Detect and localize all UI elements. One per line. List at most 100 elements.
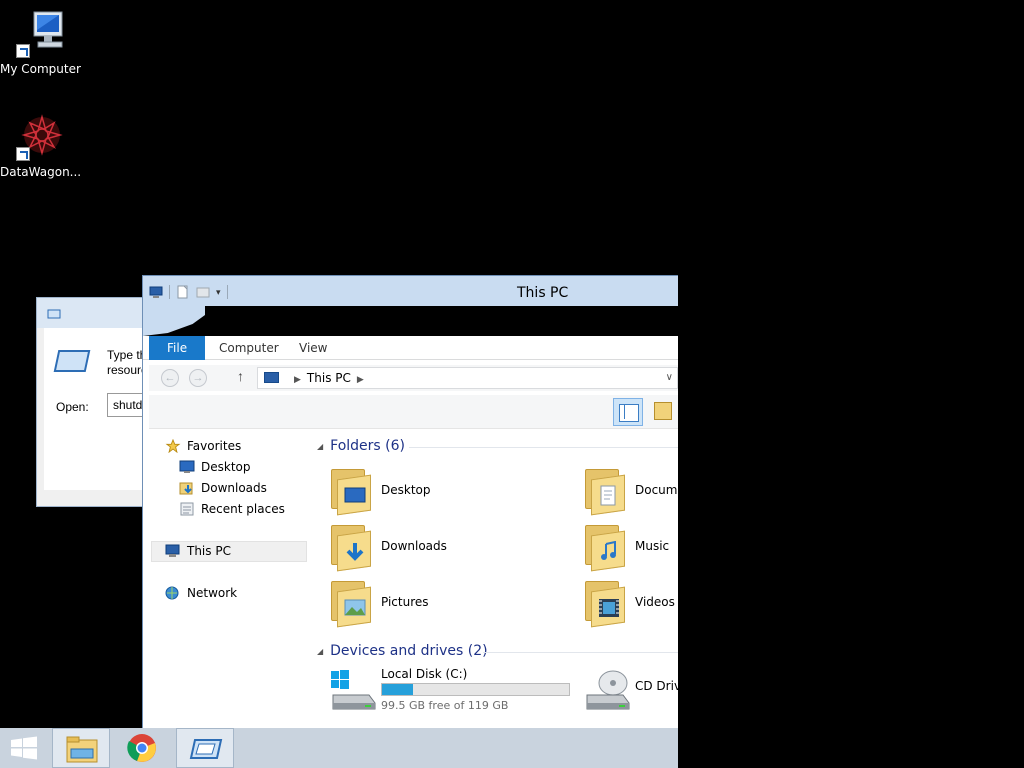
nav-favorites[interactable]: Favorites xyxy=(165,439,241,453)
taskbar-run[interactable] xyxy=(176,728,234,768)
folders-group-header[interactable]: ◢ Folders (6) xyxy=(317,438,678,454)
nav-label: Desktop xyxy=(201,460,251,474)
qat-divider xyxy=(169,285,170,299)
nav-label: Downloads xyxy=(201,481,267,495)
desktop-icon-label: DataWagon... xyxy=(0,165,82,179)
network-icon xyxy=(165,586,179,600)
folder-tile-music[interactable]: Music xyxy=(583,521,678,575)
recent-places-icon xyxy=(180,502,194,516)
run-icon xyxy=(47,309,61,319)
new-folder-icon[interactable] xyxy=(196,285,210,299)
breadcrumb-this-pc[interactable]: This PC xyxy=(307,371,351,385)
start-icon xyxy=(11,736,37,760)
drive-cd[interactable]: CD Drive xyxy=(583,667,678,717)
window-title: This PC xyxy=(517,285,569,301)
desktop-icon-datawagon[interactable]: DataWagon... xyxy=(0,113,82,179)
desktop-folder-icon xyxy=(329,465,373,516)
start-button[interactable] xyxy=(0,728,58,768)
computer-icon xyxy=(16,10,64,58)
preview-pane-button[interactable] xyxy=(613,398,643,426)
nav-this-pc[interactable]: This PC xyxy=(165,544,231,558)
content-pane: ◢ Folders (6) Desktop Docume xyxy=(313,429,678,728)
desktop-icon-label: My Computer xyxy=(0,62,81,76)
nav-label: Favorites xyxy=(187,439,242,453)
folder-tile-downloads[interactable]: Downloads xyxy=(329,521,569,575)
collapse-triangle-icon[interactable]: ◢ xyxy=(317,442,323,451)
up-button[interactable]: ↑ xyxy=(237,368,244,384)
this-pc-small-icon[interactable] xyxy=(149,285,163,299)
downloads-folder-icon xyxy=(329,521,373,572)
folder-name: Pictures xyxy=(381,595,429,609)
downloads-icon xyxy=(179,482,193,495)
folder-name: Videos xyxy=(635,595,675,609)
this-pc-icon xyxy=(165,544,180,557)
music-folder-icon xyxy=(583,521,627,572)
titlebar-render-glitch xyxy=(143,306,678,336)
folder-tile-videos[interactable]: Videos xyxy=(583,577,678,631)
hard-drive-windows-icon xyxy=(331,670,376,710)
collapse-triangle-icon[interactable]: ◢ xyxy=(317,647,323,656)
customize-qat-chevron-icon[interactable]: ▾ xyxy=(216,287,221,298)
back-button[interactable]: ← xyxy=(161,369,179,387)
shortcut-arrow-icon xyxy=(16,44,30,58)
taskbar-chrome[interactable] xyxy=(114,728,172,768)
desktop: My Computer DataWagon... Type th resourc… xyxy=(0,0,1024,768)
drive-usage-fill xyxy=(382,684,413,695)
group-title: Folders (6) xyxy=(330,438,405,454)
explorer-window[interactable]: ▾ This PC File Computer View ← → ↑ ▶ This… xyxy=(142,275,678,728)
item-check-boxes-icon[interactable] xyxy=(654,402,672,420)
properties-icon[interactable] xyxy=(176,285,190,299)
folder-tile-documents[interactable]: Docume xyxy=(583,465,678,519)
nav-desktop[interactable]: Desktop xyxy=(179,460,251,474)
group-divider xyxy=(483,652,678,653)
nav-label: This PC xyxy=(187,544,231,558)
address-box[interactable]: ▶ This PC ▶ ∨ xyxy=(257,367,678,389)
forward-button[interactable]: → xyxy=(189,369,207,387)
explorer-titlebar[interactable]: ▾ This PC xyxy=(143,276,678,306)
nav-recent-places[interactable]: Recent places xyxy=(179,502,285,516)
pictures-folder-icon xyxy=(329,577,373,628)
tab-computer[interactable]: Computer xyxy=(205,336,293,360)
chrome-icon xyxy=(127,734,156,762)
nav-downloads[interactable]: Downloads xyxy=(179,481,267,495)
run-icon xyxy=(189,739,223,759)
drive-local-disk-c[interactable]: Local Disk (C:) 99.5 GB free of 119 GB xyxy=(329,667,579,717)
run-large-icon xyxy=(53,350,91,372)
address-dropdown-icon[interactable]: ∨ xyxy=(666,368,673,388)
desktop-icon-my-computer[interactable]: My Computer xyxy=(0,10,81,76)
drive-usage-bar xyxy=(381,683,570,696)
group-title: Devices and drives (2) xyxy=(330,643,488,659)
desktop-icon xyxy=(179,460,195,473)
drive-free-space: 99.5 GB free of 119 GB xyxy=(381,699,509,712)
ribbon-tabs: File Computer View xyxy=(143,336,678,360)
navigation-pane: Favorites Desktop Downloads Recent place… xyxy=(149,429,309,728)
star-icon xyxy=(165,439,181,453)
folder-tile-desktop[interactable]: Desktop xyxy=(329,465,569,519)
folder-tile-pictures[interactable]: Pictures xyxy=(329,577,569,631)
nav-network[interactable]: Network xyxy=(165,586,237,600)
documents-folder-icon xyxy=(583,465,627,516)
folder-name: Music xyxy=(635,539,670,553)
this-pc-small-icon xyxy=(264,372,279,383)
open-label: Open: xyxy=(56,400,89,414)
qat-divider xyxy=(226,285,228,299)
breadcrumb-chevron-icon[interactable]: ▶ xyxy=(351,375,370,385)
breadcrumb-chevron-icon[interactable]: ▶ xyxy=(288,375,307,385)
file-explorer-icon xyxy=(66,736,98,763)
run-dialog-titlebar[interactable] xyxy=(37,298,155,328)
devices-group-header[interactable]: ◢ Devices and drives (2) xyxy=(317,643,678,659)
shortcut-arrow-icon xyxy=(16,147,30,161)
datawagon-icon xyxy=(16,113,64,161)
tab-view[interactable]: View xyxy=(285,336,341,360)
taskbar-file-explorer[interactable] xyxy=(52,728,110,768)
folder-name: Downloads xyxy=(381,539,447,553)
run-dialog-body: Type th resourc Open: shutd xyxy=(44,328,167,490)
quick-access-toolbar: ▾ xyxy=(149,285,228,299)
tab-file[interactable]: File xyxy=(149,336,206,360)
run-dialog[interactable]: Type th resourc Open: shutd xyxy=(36,297,167,507)
group-divider xyxy=(409,447,678,448)
drive-name: CD Drive xyxy=(635,679,678,693)
folder-name: Desktop xyxy=(381,483,431,497)
view-toolbar xyxy=(149,395,678,429)
videos-folder-icon xyxy=(583,577,627,628)
